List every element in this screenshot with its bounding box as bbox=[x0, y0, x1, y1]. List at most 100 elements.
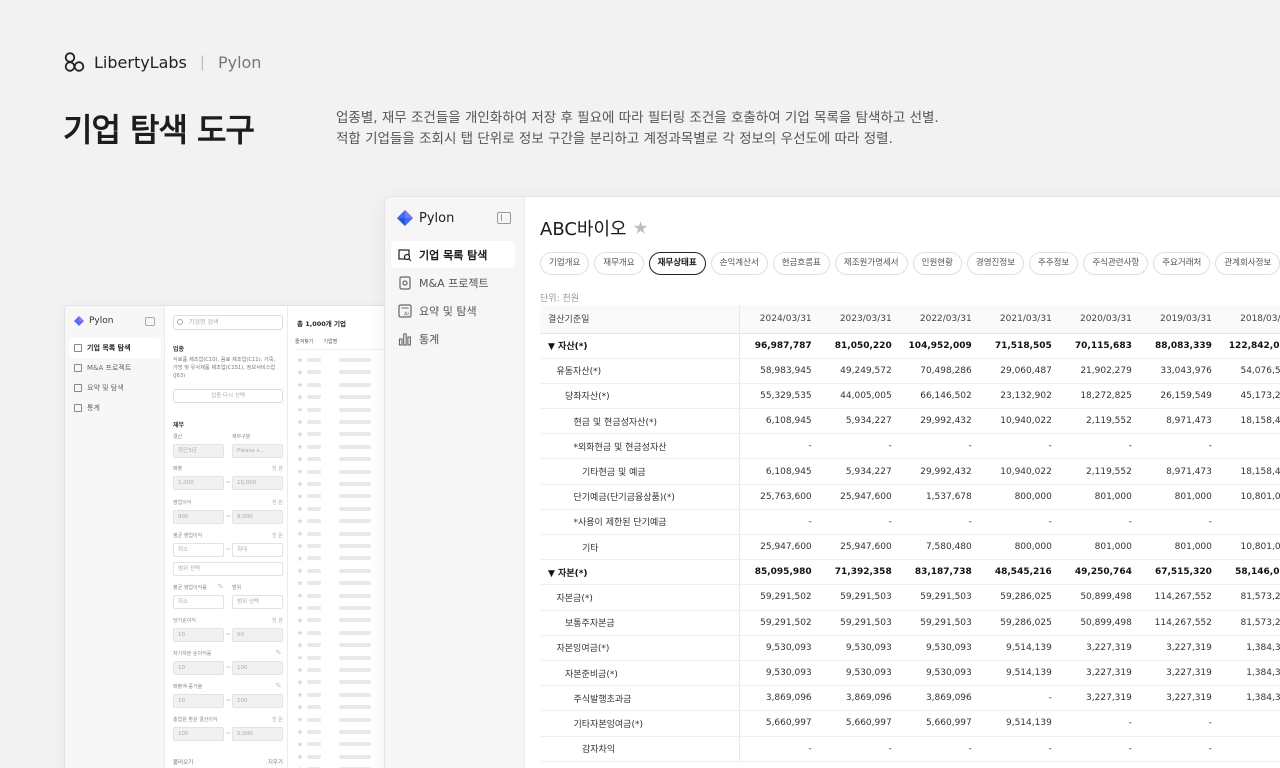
star-icon[interactable] bbox=[297, 753, 303, 760]
star-icon[interactable] bbox=[297, 691, 303, 698]
range-select[interactable]: 범위 선택 bbox=[173, 562, 283, 576]
back-nav-item-stats[interactable]: 통계 bbox=[69, 398, 161, 418]
list-item[interactable] bbox=[297, 627, 371, 639]
nav-item-company-search[interactable]: 기업 목록 탐색 bbox=[391, 241, 515, 268]
list-item[interactable] bbox=[297, 540, 371, 552]
tab-7[interactable]: 경영진정보 bbox=[966, 252, 1025, 275]
star-icon[interactable] bbox=[297, 667, 303, 673]
table-row[interactable]: 감자차익------- bbox=[540, 736, 1280, 762]
list-item[interactable] bbox=[297, 453, 371, 465]
row-label[interactable]: ▼ 자산(*) bbox=[540, 333, 741, 359]
table-row[interactable]: 당좌자산(*) 55,329,535 44,005,005 66,146,502 23,… bbox=[540, 383, 1280, 410]
company-search-input[interactable]: 기업명 검색 bbox=[173, 315, 283, 330]
back-nav-item-summary[interactable]: 요약 및 탐색 bbox=[69, 378, 161, 398]
avg-op-min-input[interactable]: 최소 bbox=[173, 543, 224, 557]
list-item[interactable] bbox=[297, 664, 371, 676]
table-row[interactable]: 기타 25,947,600 25,947,600 7,580,480 800,000 80… bbox=[540, 534, 1280, 561]
table-row[interactable]: 유동자산(*) 58,983,945 49,249,572 70,498,286 29,… bbox=[540, 358, 1280, 384]
star-icon[interactable] bbox=[297, 530, 303, 537]
list-item[interactable] bbox=[297, 726, 371, 738]
table-row[interactable]: 주식발행초과금 3,869,096 3,869,096 3,869,096-3,227… bbox=[540, 685, 1280, 712]
list-item[interactable] bbox=[297, 441, 371, 453]
sidebar-collapse-icon[interactable] bbox=[497, 212, 511, 224]
star-icon[interactable] bbox=[297, 567, 303, 574]
reset-filter-button[interactable]: 지우기 bbox=[268, 758, 283, 766]
nav-item-stats[interactable]: 통계 bbox=[391, 325, 515, 352]
header-date[interactable]: 2020/03/31 bbox=[1059, 305, 1140, 334]
list-item[interactable] bbox=[297, 590, 371, 602]
star-icon[interactable] bbox=[297, 443, 303, 450]
table-row[interactable]: ▼ 자본(*) 85,095,980 71,392,358 83,187,738 48,… bbox=[540, 559, 1280, 586]
list-item[interactable] bbox=[297, 428, 371, 440]
sales-min-input[interactable]: 1,000 bbox=[173, 476, 224, 490]
list-item[interactable] bbox=[297, 366, 371, 378]
list-item[interactable] bbox=[297, 354, 371, 366]
avg-rate-range-select[interactable]: 범위 선택 bbox=[232, 595, 283, 609]
star-icon[interactable] bbox=[297, 679, 303, 685]
growth-max-input[interactable]: 100 bbox=[232, 694, 283, 708]
tab-6[interactable]: 인원현황 bbox=[912, 252, 962, 275]
avg-rate-min-input[interactable]: 최소 bbox=[173, 595, 224, 609]
finance-type-select[interactable]: Please s... bbox=[232, 444, 283, 458]
list-item[interactable] bbox=[297, 652, 371, 664]
star-icon[interactable] bbox=[297, 642, 303, 648]
back-nav-item-company-search[interactable]: 기업 목록 탐색 bbox=[69, 338, 161, 358]
table-row[interactable]: 기타현금 및 예금 6,108,945 5,934,227 29,992,432 10,… bbox=[540, 458, 1280, 485]
tab-8[interactable]: 주주정보 bbox=[1029, 252, 1079, 275]
biz-min-input[interactable]: 100 bbox=[173, 727, 224, 741]
list-item[interactable] bbox=[297, 602, 371, 614]
list-item[interactable] bbox=[297, 490, 371, 502]
op-max-input[interactable]: 8,000 bbox=[232, 510, 283, 524]
star-icon[interactable] bbox=[297, 605, 303, 611]
star-icon[interactable] bbox=[297, 505, 303, 512]
list-item[interactable] bbox=[297, 528, 371, 540]
list-item[interactable] bbox=[297, 466, 371, 478]
list-item[interactable] bbox=[297, 416, 371, 428]
star-icon[interactable] bbox=[297, 543, 303, 549]
roe-max-input[interactable]: 100 bbox=[232, 661, 283, 675]
star-icon[interactable] bbox=[297, 518, 303, 524]
op-min-input[interactable]: 900 bbox=[173, 510, 224, 524]
star-icon[interactable] bbox=[297, 381, 303, 388]
star-icon[interactable] bbox=[297, 716, 303, 723]
list-item[interactable] bbox=[297, 565, 371, 577]
header-date[interactable]: 2019/03/31 bbox=[1139, 305, 1220, 334]
nav-item-ma-project[interactable]: M&A 프로젝트 bbox=[391, 269, 515, 296]
table-row[interactable]: 단기예금(단기금융상품)(*) 25,763,600 25,947,600 1,537… bbox=[540, 484, 1280, 510]
table-row[interactable]: *사용이 제한된 단기예금------- bbox=[540, 509, 1280, 536]
list-item[interactable] bbox=[297, 515, 371, 527]
tab-9[interactable]: 주식관련사항 bbox=[1083, 252, 1149, 275]
star-icon[interactable] bbox=[297, 617, 303, 623]
header-date[interactable]: 2024/03/31 bbox=[739, 305, 820, 334]
star-icon[interactable] bbox=[297, 357, 303, 363]
tab-3[interactable]: 손익계산서 bbox=[710, 252, 768, 275]
table-row[interactable]: ▼ 자산(*) 96,987,787 81,050,220 104,952,009 71… bbox=[540, 333, 1280, 359]
star-icon[interactable] bbox=[297, 456, 303, 462]
list-item[interactable] bbox=[297, 577, 371, 589]
table-row[interactable]: 자본잉여금(*) 9,530,093 9,530,093 9,530,093 9,514… bbox=[540, 635, 1280, 661]
star-icon[interactable] bbox=[297, 592, 303, 599]
star-icon[interactable] bbox=[297, 419, 303, 425]
header-date[interactable]: 2021/03/31 bbox=[979, 305, 1060, 334]
list-item[interactable] bbox=[297, 751, 371, 763]
tab-5[interactable]: 제조원가명세서 bbox=[834, 252, 908, 275]
star-icon[interactable] bbox=[297, 406, 303, 413]
reselect-industry-button[interactable]: 업종 다시 선택 bbox=[173, 389, 283, 403]
star-icon[interactable] bbox=[297, 493, 303, 499]
star-icon[interactable] bbox=[297, 704, 303, 710]
period-select[interactable]: 최근3년 bbox=[173, 444, 224, 458]
list-item[interactable] bbox=[297, 404, 371, 416]
star-icon[interactable] bbox=[297, 481, 303, 487]
table-row[interactable]: 보통주자본금 59,291,502 59,291,503 59,291,503 59,2… bbox=[540, 610, 1280, 636]
sales-max-input[interactable]: 10,000 bbox=[232, 476, 283, 490]
table-row[interactable]: 현금 및 현금성자산(*) 6,108,945 5,934,227 29,992,43… bbox=[540, 408, 1280, 435]
list-item[interactable] bbox=[297, 379, 371, 391]
table-row[interactable]: 자본준비금(*) 9,530,093 9,530,093 9,530,093 9,514… bbox=[540, 660, 1280, 687]
net-max-input[interactable]: 50 bbox=[232, 628, 283, 642]
list-item[interactable] bbox=[297, 503, 371, 515]
list-item[interactable] bbox=[297, 701, 371, 713]
header-date[interactable]: 2018/03/31 bbox=[1219, 305, 1280, 334]
list-item[interactable] bbox=[297, 391, 371, 403]
tab-1[interactable]: 재무개요 bbox=[594, 252, 644, 275]
nav-item-summary[interactable]: AI 요약 및 탐색 bbox=[391, 297, 515, 324]
